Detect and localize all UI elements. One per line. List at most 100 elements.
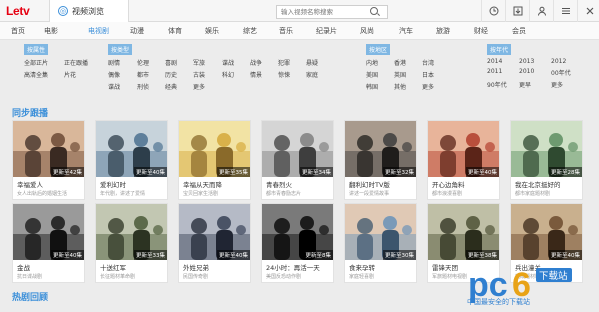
video-poster[interactable]: 更新至40集 — [13, 204, 84, 260]
filter-type-option[interactable]: 历史 — [165, 70, 193, 79]
video-title[interactable]: 外姓兄弟 — [183, 262, 209, 272]
letv-logo[interactable]: Letv — [6, 4, 30, 18]
filter-type-option[interactable]: 犯罪 — [278, 58, 306, 67]
video-title[interactable]: 雷锋天团 — [432, 262, 458, 272]
video-title[interactable]: 开心边角料 — [432, 179, 465, 189]
video-poster[interactable]: 更新至28集 — [511, 121, 582, 177]
video-poster[interactable]: 更新至30集 — [345, 204, 416, 260]
video-poster[interactable]: 更新至34集 — [262, 121, 333, 177]
filter-type-option[interactable]: 科幻 — [222, 70, 250, 79]
nav-item-9[interactable]: 风尚 — [360, 26, 374, 36]
nav-item-12[interactable]: 财经 — [474, 26, 488, 36]
video-poster[interactable]: 更新至40集 — [179, 204, 250, 260]
video-card[interactable]: 更新至34集 青春烈火 都市青春励志片 — [261, 120, 334, 200]
filter-year-option[interactable]: 2010 — [519, 68, 551, 77]
filter-region-option[interactable]: 台湾 — [422, 58, 450, 67]
filter-attr-option[interactable]: 全部正片 — [24, 58, 64, 67]
filter-type-option[interactable]: 更多 — [193, 82, 222, 91]
video-poster[interactable]: 更新至32集 — [345, 121, 416, 177]
filter-attr-option[interactable]: 正在跟播 — [64, 58, 104, 67]
video-poster[interactable]: 更新至33集 — [96, 204, 167, 260]
filter-type-option[interactable]: 都市 — [137, 70, 165, 79]
video-poster[interactable]: 更新至40集 — [96, 121, 167, 177]
nav-item-11[interactable]: 旅游 — [436, 26, 450, 36]
history-button[interactable] — [481, 0, 505, 22]
filter-year-option[interactable]: 2012 — [551, 58, 583, 65]
video-poster[interactable]: 更新至40集 — [511, 204, 582, 260]
filter-region-option[interactable]: 更多 — [422, 82, 450, 91]
video-title[interactable]: 幸福从天而降 — [183, 179, 222, 189]
video-title[interactable]: 十送红军 — [100, 262, 126, 272]
filter-type-option[interactable]: 古装 — [193, 70, 222, 79]
video-card[interactable]: 更新至8集 24小时：再活一天 美国反恐动作剧 — [261, 203, 334, 283]
video-title[interactable]: 金战 — [17, 262, 30, 272]
filter-type-option[interactable]: 惊悚 — [278, 70, 306, 79]
video-card[interactable]: 更新至33集 十送红军 长征题材革命剧 — [95, 203, 168, 283]
video-title[interactable]: 24小时：再活一天 — [266, 262, 320, 272]
video-card[interactable]: 更新至32集 翻利幻时TV版 讲述一段爱情故事 — [344, 120, 417, 200]
video-title[interactable]: 翻利幻时TV版 — [349, 179, 390, 189]
filter-year-option[interactable]: 90年代 — [487, 80, 519, 89]
nav-item-2[interactable]: 电视剧 — [88, 26, 109, 36]
filter-type-option[interactable]: 伦理 — [137, 58, 165, 67]
nav-item-0[interactable]: 首页 — [11, 26, 25, 36]
filter-type-option[interactable]: 喜剧 — [165, 58, 193, 67]
video-poster[interactable]: 更新至40集 — [428, 121, 499, 177]
filter-type-option[interactable]: 谍战 — [222, 58, 250, 67]
filter-type-option[interactable]: 谍战 — [108, 82, 137, 91]
filter-type-option[interactable]: 刑侦 — [137, 82, 165, 91]
nav-item-5[interactable]: 娱乐 — [205, 26, 219, 36]
video-card[interactable]: 更新至30集 食来孕转 家庭轻喜剧 — [344, 203, 417, 283]
video-poster[interactable]: 更新至42集 — [13, 121, 84, 177]
video-poster[interactable]: 更新至38集 — [428, 204, 499, 260]
filter-type-option[interactable]: 剧情 — [108, 58, 137, 67]
nav-item-10[interactable]: 汽车 — [399, 26, 413, 36]
video-card[interactable]: 更新至40集 外姓兄弟 民国传奇剧 — [178, 203, 251, 283]
filter-attr-option[interactable]: 高清全集 — [24, 70, 64, 79]
nav-item-3[interactable]: 动漫 — [130, 26, 144, 36]
video-card[interactable]: 更新至35集 幸福从天而降 宝贝回家生活剧 — [178, 120, 251, 200]
close-button[interactable] — [577, 0, 599, 22]
filter-region-option[interactable]: 内地 — [366, 58, 394, 67]
nav-item-4[interactable]: 体育 — [168, 26, 182, 36]
filter-region-option[interactable]: 韩国 — [366, 82, 394, 91]
filter-attr-option[interactable]: 片花 — [64, 70, 104, 79]
filter-year-option[interactable]: 00年代 — [551, 68, 583, 77]
video-title[interactable]: 食来孕转 — [349, 262, 375, 272]
search-icon[interactable] — [370, 7, 378, 15]
filter-year-option[interactable]: 2013 — [519, 58, 551, 65]
menu-button[interactable] — [553, 0, 577, 22]
video-card[interactable]: 更新至40集 开心边角料 都市浪漫喜剧 — [427, 120, 500, 200]
nav-item-1[interactable]: 电影 — [44, 26, 58, 36]
video-poster[interactable]: 更新至35集 — [179, 121, 250, 177]
tab-video-browse[interactable]: ◎ 视频浏览 — [49, 0, 129, 22]
filter-year-option[interactable]: 更早 — [519, 80, 551, 89]
filter-type-option[interactable]: 悬疑 — [306, 58, 334, 67]
filter-type-option[interactable]: 战争 — [250, 58, 278, 67]
filter-region-option[interactable]: 香港 — [394, 58, 422, 67]
filter-type-option[interactable]: 情景 — [250, 70, 278, 79]
video-title[interactable]: 幸福爱人 — [17, 179, 43, 189]
video-card[interactable]: 更新至40集 金战 抗日谍战剧 — [12, 203, 85, 283]
filter-region-option[interactable]: 英国 — [394, 70, 422, 79]
filter-region-option[interactable]: 日本 — [422, 70, 450, 79]
video-poster[interactable]: 更新至8集 — [262, 204, 333, 260]
nav-item-6[interactable]: 综艺 — [243, 26, 257, 36]
video-title[interactable]: 青春烈火 — [266, 179, 292, 189]
nav-item-13[interactable]: 会员 — [512, 26, 526, 36]
filter-type-option[interactable]: 军旅 — [193, 58, 222, 67]
filter-year-option[interactable]: 2014 — [487, 58, 519, 65]
filter-type-option[interactable]: 家庭 — [306, 70, 334, 79]
filter-type-option[interactable]: 偶像 — [108, 70, 137, 79]
video-title[interactable]: 爱利幻时 — [100, 179, 126, 189]
download-button[interactable] — [505, 0, 529, 22]
video-title[interactable]: 我在北京挺好的 — [515, 179, 561, 189]
video-card[interactable]: 更新至28集 我在北京挺好的 都市家庭题材剧 — [510, 120, 583, 200]
filter-type-option[interactable]: 经典 — [165, 82, 193, 91]
nav-item-7[interactable]: 音乐 — [279, 26, 293, 36]
filter-year-option[interactable]: 2011 — [487, 68, 519, 77]
video-card[interactable]: 更新至40集 爱利幻时 年代剧，讲述了爱情 — [95, 120, 168, 200]
filter-year-option[interactable]: 更多 — [551, 80, 583, 89]
video-card[interactable]: 更新至42集 幸福爱人 女人出轨后的婚姻生活 — [12, 120, 85, 200]
filter-region-option[interactable]: 美国 — [366, 70, 394, 79]
